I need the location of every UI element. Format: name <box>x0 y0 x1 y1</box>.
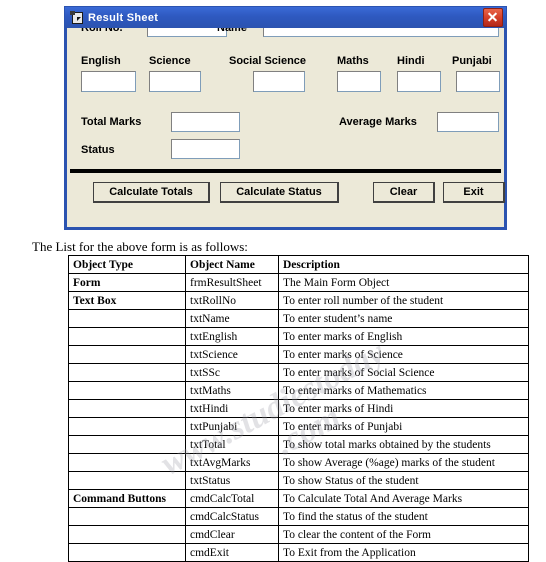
cell-object-name: cmdCalcStatus <box>185 507 279 526</box>
table-row: txtTotal To show total marks obtained by … <box>68 435 529 454</box>
label-hindi: Hindi <box>397 55 425 67</box>
status-input[interactable] <box>171 139 240 159</box>
cell-object-name: txtStatus <box>185 471 279 490</box>
cell-description: To clear the content of the Form <box>278 525 529 544</box>
table-row: cmdExit To Exit from the Application <box>68 543 529 562</box>
table-row: txtPunjabi To enter marks of Punjabi <box>68 417 529 436</box>
cell-description: To enter marks of Hindi <box>278 399 529 418</box>
table-row: txtStatus To show Status of the student <box>68 471 529 490</box>
cell-object-name: cmdClear <box>185 525 279 544</box>
table-row: txtEnglish To enter marks of English <box>68 327 529 346</box>
cell-object-name: txtTotal <box>185 435 279 454</box>
list-caption: The List for the above form is as follow… <box>32 239 248 254</box>
maths-input[interactable] <box>337 71 381 92</box>
label-english: English <box>81 55 121 67</box>
cell-object-name: txtScience <box>185 345 279 364</box>
label-average-marks: Average Marks <box>339 116 417 128</box>
label-punjabi: Punjabi <box>452 55 492 67</box>
cell-object-name: txtAvgMarks <box>185 453 279 472</box>
cell-object-type: Command Buttons <box>68 489 186 508</box>
label-total-marks: Total Marks <box>81 116 142 128</box>
table-row: txtScience To enter marks of Science <box>68 345 529 364</box>
table-header-row: Object Type Object Name Description <box>68 255 529 274</box>
punjabi-input[interactable] <box>456 71 500 92</box>
cell-object-type-empty <box>68 309 186 328</box>
table-row: txtAvgMarks To show Average (%age) marks … <box>68 453 529 472</box>
cell-description: To enter marks of Science <box>278 345 529 364</box>
cell-object-type-empty <box>68 417 186 436</box>
cell-description: The Main Form Object <box>278 273 529 292</box>
cell-object-name: txtRollNo <box>185 291 279 310</box>
object-list-table: Object Type Object Name Description Form… <box>68 255 529 562</box>
table-row: txtMaths To enter marks of Mathematics <box>68 381 529 400</box>
exit-button[interactable]: Exit <box>443 182 505 203</box>
cell-object-type-empty <box>68 399 186 418</box>
cell-object-type-empty <box>68 525 186 544</box>
form-sheet-icon <box>70 11 83 24</box>
table-row: cmdClear To clear the content of the Form <box>68 525 529 544</box>
label-status: Status <box>81 144 115 156</box>
cell-object-name: txtName <box>185 309 279 328</box>
cell-description: To enter student’s name <box>278 309 529 328</box>
label-science: Science <box>149 55 191 67</box>
table-row: Form frmResultSheet The Main Form Object <box>68 273 529 292</box>
cell-object-type-empty <box>68 435 186 454</box>
cell-object-type-empty <box>68 543 186 562</box>
window-title: Result Sheet <box>88 11 159 24</box>
cell-object-type-empty <box>68 345 186 364</box>
cell-object-type-empty <box>68 327 186 346</box>
science-input[interactable] <box>149 71 201 92</box>
cell-description: To show total marks obtained by the stud… <box>278 435 529 454</box>
cell-object-name: cmdCalcTotal <box>185 489 279 508</box>
label-social-science: Social Science <box>229 55 307 67</box>
cell-object-name: txtHindi <box>185 399 279 418</box>
cell-description: To enter marks of Punjabi <box>278 417 529 436</box>
hindi-input[interactable] <box>397 71 441 92</box>
cell-object-type-empty <box>68 471 186 490</box>
table-row: txtName To enter student’s name <box>68 309 529 328</box>
cell-object-type-empty <box>68 507 186 526</box>
cell-description: To enter marks of Mathematics <box>278 381 529 400</box>
close-icon[interactable] <box>483 8 503 27</box>
table-row: cmdCalcStatus To find the status of the s… <box>68 507 529 526</box>
form-body: Roll No. Name English Science Social Sci… <box>67 6 504 169</box>
cell-description: To Calculate Total And Average Marks <box>278 489 529 508</box>
cell-object-name: txtEnglish <box>185 327 279 346</box>
cell-description: To find the status of the student <box>278 507 529 526</box>
window-titlebar[interactable]: Result Sheet <box>64 6 507 28</box>
cell-object-name: cmdExit <box>185 543 279 562</box>
cell-object-name: txtSSc <box>185 363 279 382</box>
table-row: txtHindi To enter marks of Hindi <box>68 399 529 418</box>
button-panel: Calculate Totals Calculate Status Clear … <box>67 173 505 227</box>
cell-object-type-empty <box>68 453 186 472</box>
label-maths: Maths <box>337 55 369 67</box>
header-object-type: Object Type <box>68 255 186 274</box>
cell-description: To enter marks of Social Science <box>278 363 529 382</box>
table-row: txtSSc To enter marks of Social Science <box>68 363 529 382</box>
cell-object-type: Text Box <box>68 291 186 310</box>
cell-description: To enter roll number of the student <box>278 291 529 310</box>
cell-description: To enter marks of English <box>278 327 529 346</box>
cell-object-name: txtPunjabi <box>185 417 279 436</box>
cell-object-type: Form <box>68 273 186 292</box>
average-marks-input[interactable] <box>437 112 499 132</box>
result-sheet-form: Roll No. Name English Science Social Sci… <box>64 6 507 230</box>
header-object-name: Object Name <box>185 255 279 274</box>
cell-description: To show Average (%age) marks of the stud… <box>278 453 529 472</box>
table-row: Text Box txtRollNo To enter roll number of… <box>68 291 529 310</box>
cell-object-name: txtMaths <box>185 381 279 400</box>
cell-object-name: frmResultSheet <box>185 273 279 292</box>
calculate-totals-button[interactable]: Calculate Totals <box>93 182 210 203</box>
social-science-input[interactable] <box>253 71 305 92</box>
cell-description: To Exit from the Application <box>278 543 529 562</box>
clear-button[interactable]: Clear <box>373 182 435 203</box>
header-description: Description <box>278 255 529 274</box>
cell-object-type-empty <box>68 363 186 382</box>
table-row: Command Buttons cmdCalcTotal To Calculate … <box>68 489 529 508</box>
cell-object-type-empty <box>68 381 186 400</box>
cell-description: To show Status of the student <box>278 471 529 490</box>
total-marks-input[interactable] <box>171 112 240 132</box>
english-input[interactable] <box>81 71 136 92</box>
calculate-status-button[interactable]: Calculate Status <box>220 182 339 203</box>
